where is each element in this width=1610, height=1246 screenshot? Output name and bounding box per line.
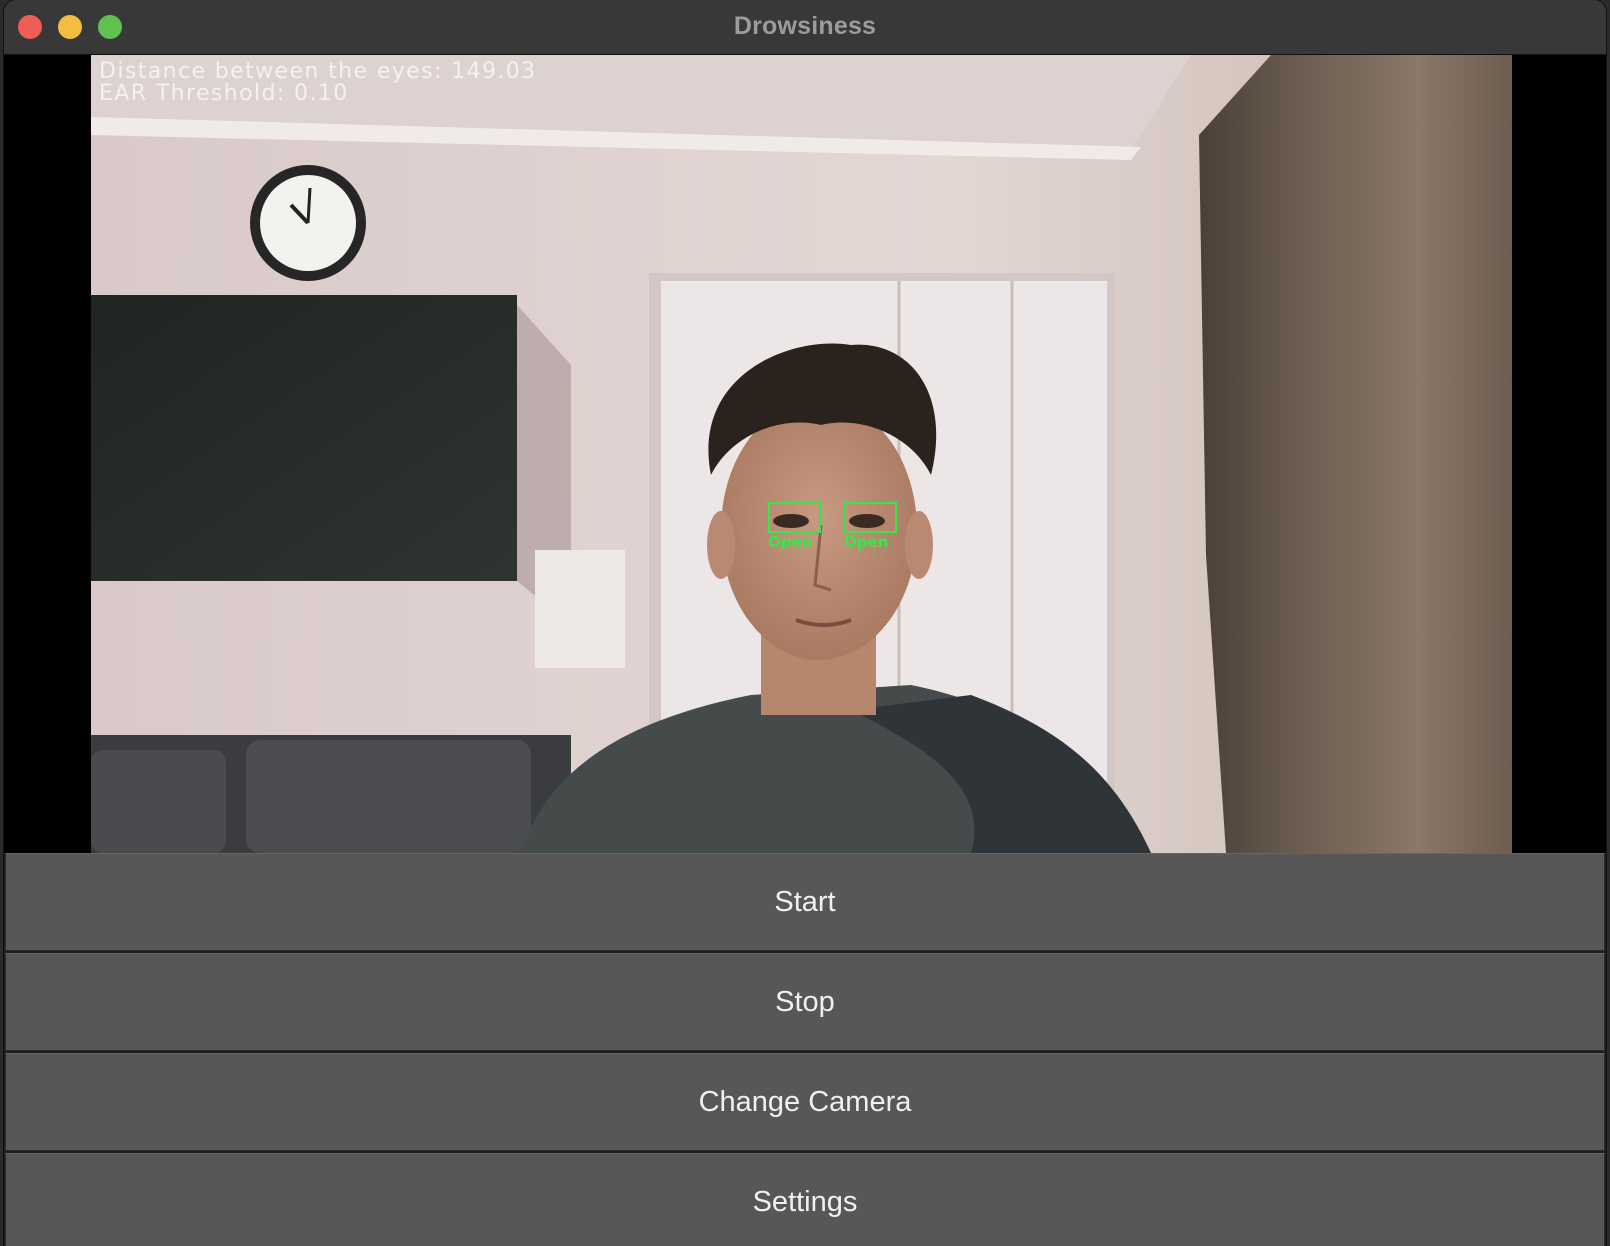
title-bar: Drowsiness [4, 0, 1606, 55]
camera-feed: Distance between the eyes: 149.03 EAR Th… [4, 55, 1606, 853]
stop-button[interactable]: Stop [5, 953, 1605, 1051]
ear-threshold-readout: EAR Threshold: 0.10 [99, 81, 349, 106]
start-button[interactable]: Start [5, 853, 1605, 951]
right-eye-status-label: Open [844, 533, 889, 551]
app-window: Drowsiness Distance between the eyes: 14… [4, 0, 1606, 1246]
webcam-scene-image [91, 55, 1512, 853]
control-panel: Start Stop Change Camera Settings [4, 853, 1606, 1246]
left-eye-status-label: Open [768, 533, 813, 551]
settings-button[interactable]: Settings [5, 1153, 1605, 1246]
right-eye-detection-box [844, 502, 897, 533]
window-title: Drowsiness [733, 12, 877, 40]
change-camera-button[interactable]: Change Camera [5, 1053, 1605, 1151]
camera-frame: Distance between the eyes: 149.03 EAR Th… [91, 55, 1512, 853]
left-eye-detection-box [768, 502, 821, 533]
